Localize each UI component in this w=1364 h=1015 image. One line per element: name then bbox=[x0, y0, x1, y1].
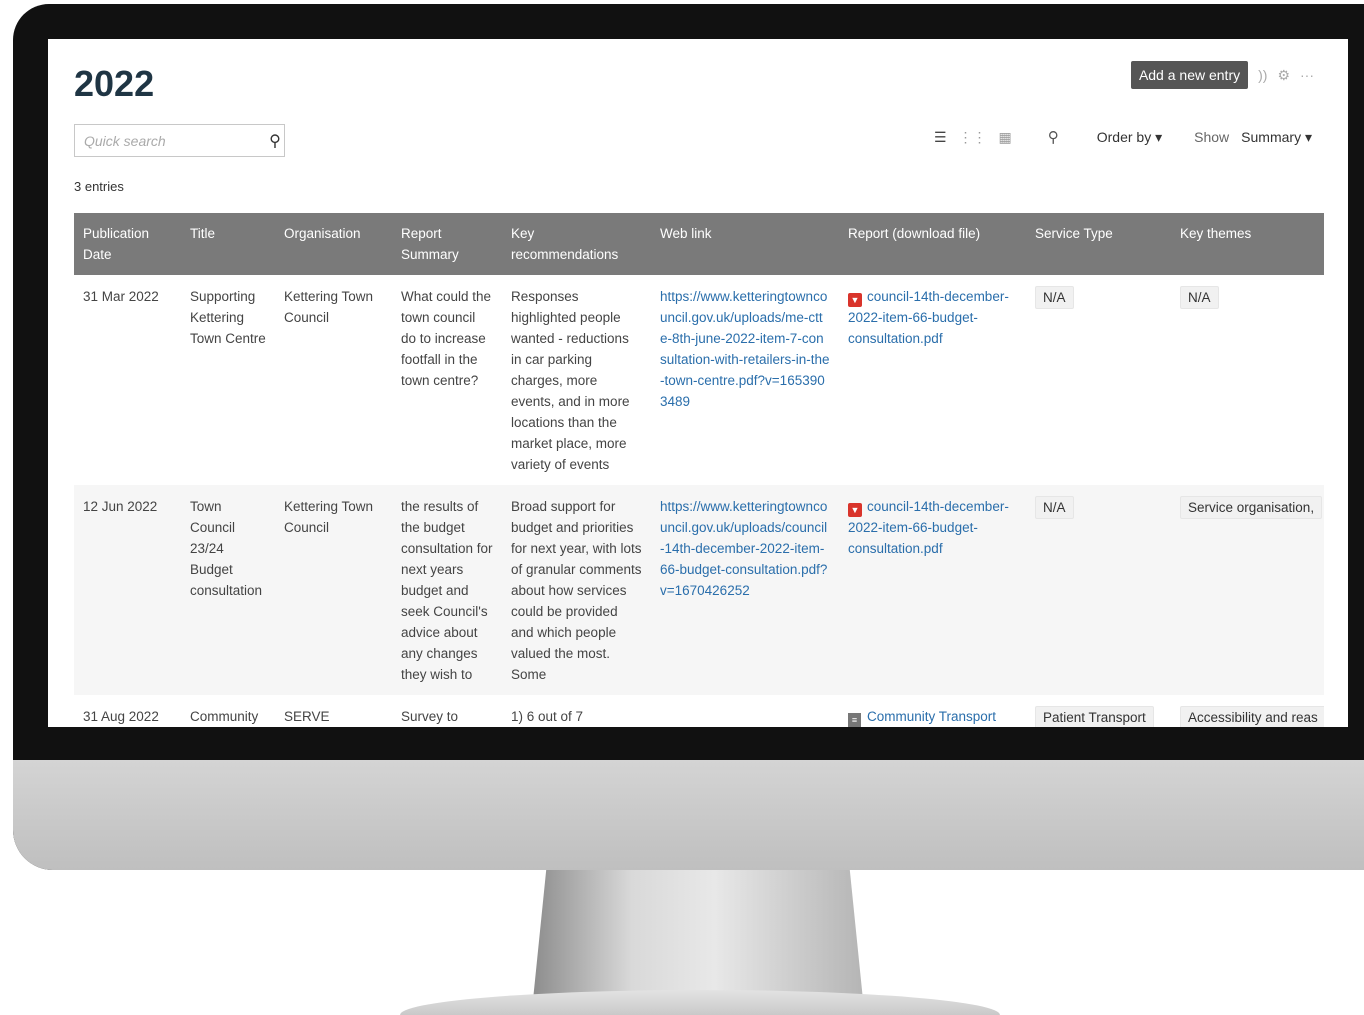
cell-key-themes: Service organisation, bbox=[1171, 485, 1324, 695]
key-themes-tag: Service organisation, bbox=[1180, 496, 1323, 519]
add-new-entry-button[interactable]: Add a new entry bbox=[1130, 61, 1249, 89]
header-report-file[interactable]: Report (download file) bbox=[839, 213, 1026, 275]
show-dropdown[interactable]: Summary ▾ bbox=[1241, 129, 1312, 146]
cell-service-type: N/A bbox=[1026, 275, 1171, 485]
header-key-themes[interactable]: Key themes bbox=[1171, 213, 1324, 275]
header-key-recommendations[interactable]: Key recommendations bbox=[502, 213, 651, 275]
cell-summary: What could the town council do to increa… bbox=[401, 289, 492, 388]
cell-key-themes: N/A bbox=[1171, 275, 1324, 485]
table-header-row: Publication Date Title Organisation Repo… bbox=[74, 213, 1324, 275]
service-type-tag: Patient Transport bbox=[1035, 706, 1154, 727]
cell-key-themes: Accessibility and reas bbox=[1171, 695, 1324, 727]
grid-view-icon[interactable]: ▦ bbox=[999, 129, 1012, 146]
cell-date: 12 Jun 2022 bbox=[74, 485, 181, 695]
cell-summary: Survey to explore if bbox=[401, 709, 459, 724]
cell-title: Supporting Kettering Town Centre bbox=[190, 289, 266, 346]
report-file-link[interactable]: Community Transport Survey bbox=[848, 709, 996, 727]
document-icon: ≡ bbox=[848, 713, 861, 727]
header-title[interactable]: Title bbox=[181, 213, 275, 275]
cell-date: 31 Aug 2022 bbox=[83, 709, 159, 724]
monitor-frame: 2022 Add a new entry )) ⚙ ··· ⚲ ☰ ⋮⋮ ▦ ⚲… bbox=[13, 4, 1364, 870]
monitor-stand bbox=[533, 870, 863, 1000]
quick-search-input[interactable] bbox=[75, 125, 266, 156]
more-icon[interactable]: ··· bbox=[1300, 67, 1314, 83]
monitor-base bbox=[400, 990, 1000, 1015]
pdf-icon: ▼ bbox=[848, 503, 862, 517]
columns-view-icon[interactable]: ⋮⋮ bbox=[959, 129, 987, 146]
entries-table: Publication Date Title Organisation Repo… bbox=[74, 213, 1324, 727]
cell-web-link: https://www.ketteringtowncouncil.gov.uk/… bbox=[651, 485, 839, 695]
gear-icon[interactable]: ⚙ bbox=[1277, 67, 1290, 84]
entries-count: 3 entries bbox=[74, 179, 124, 194]
cell-date: 31 Mar 2022 bbox=[83, 289, 159, 304]
cell-organisation: SERVE bbox=[284, 709, 330, 724]
table-row[interactable]: 31 Mar 2022 Supporting Kettering Town Ce… bbox=[74, 275, 1324, 485]
toolbar: ☰ ⋮⋮ ▦ ⚲ Order by ▾ Show Summary ▾ bbox=[934, 128, 1312, 147]
cell-web-link: https://www.ketteringtowncouncil.gov.uk/… bbox=[651, 275, 839, 485]
header-publication-date[interactable]: Publication Date bbox=[74, 213, 181, 275]
web-link[interactable]: https://www.ketteringtowncouncil.gov.uk/… bbox=[660, 289, 830, 409]
cell-title: Community Transport bbox=[190, 709, 259, 724]
quick-search: ⚲ bbox=[74, 124, 285, 157]
header-web-link[interactable]: Web link bbox=[651, 213, 839, 275]
cell-service-type: Patient Transport bbox=[1026, 695, 1171, 727]
service-type-tag: N/A bbox=[1035, 286, 1074, 309]
service-type-tag: N/A bbox=[1035, 496, 1074, 519]
pdf-icon: ▼ bbox=[848, 293, 862, 307]
rss-icon[interactable]: )) bbox=[1258, 67, 1267, 83]
header-service-type[interactable]: Service Type bbox=[1026, 213, 1171, 275]
cell-recommendations: Broad support for budget and priorities … bbox=[502, 485, 651, 695]
list-view-icon[interactable]: ☰ bbox=[934, 129, 947, 146]
cell-web-link bbox=[651, 695, 839, 727]
cell-report-file: ▼ council-14th-december-2022-item-66-budg… bbox=[839, 275, 1026, 485]
order-by-dropdown[interactable]: Order by ▾ bbox=[1097, 129, 1162, 146]
cell-summary: the results of the budget consultation f… bbox=[392, 485, 502, 695]
key-themes-tag: N/A bbox=[1180, 286, 1219, 309]
web-link[interactable]: https://www.ketteringtowncouncil.gov.uk/… bbox=[660, 499, 827, 598]
cell-report-file: ▼ council-14th-december-2022-item-66-budg… bbox=[839, 485, 1026, 695]
table-row[interactable]: 12 Jun 2022 Town Council 23/24 Budget co… bbox=[74, 485, 1324, 695]
header-report-summary[interactable]: Report Summary bbox=[392, 213, 502, 275]
cell-organisation: Kettering Town Council bbox=[284, 289, 374, 325]
screen: 2022 Add a new entry )) ⚙ ··· ⚲ ☰ ⋮⋮ ▦ ⚲… bbox=[48, 39, 1348, 727]
key-themes-tag: Accessibility and reas bbox=[1180, 706, 1324, 727]
cell-recommendations: Responses highlighted people wanted - re… bbox=[511, 289, 630, 472]
search-icon[interactable]: ⚲ bbox=[266, 131, 284, 151]
header-organisation[interactable]: Organisation bbox=[275, 213, 392, 275]
cell-title: Town Council 23/24 Budget consultation bbox=[181, 485, 275, 695]
report-file-link[interactable]: council-14th-december-2022-item-66-budge… bbox=[848, 289, 1009, 346]
cell-service-type: N/A bbox=[1026, 485, 1171, 695]
view-switcher: ☰ ⋮⋮ ▦ bbox=[934, 129, 1012, 146]
page-title: 2022 bbox=[74, 63, 155, 104]
cell-organisation: Kettering Town Council bbox=[275, 485, 392, 695]
cell-recommendations: 1) 6 out of 7 organisations said bbox=[511, 709, 584, 724]
monitor-chin bbox=[13, 760, 1364, 870]
cell-report-file: ≡Community Transport Survey bbox=[839, 695, 1026, 727]
advanced-search-icon[interactable]: ⚲ bbox=[1048, 128, 1059, 146]
top-actions: Add a new entry )) ⚙ ··· bbox=[1130, 61, 1314, 89]
table-row[interactable]: 31 Aug 2022 Community Transport SERVE Su… bbox=[74, 695, 1324, 727]
show-label: Show bbox=[1194, 129, 1230, 145]
report-file-link[interactable]: council-14th-december-2022-item-66-budge… bbox=[848, 499, 1009, 556]
